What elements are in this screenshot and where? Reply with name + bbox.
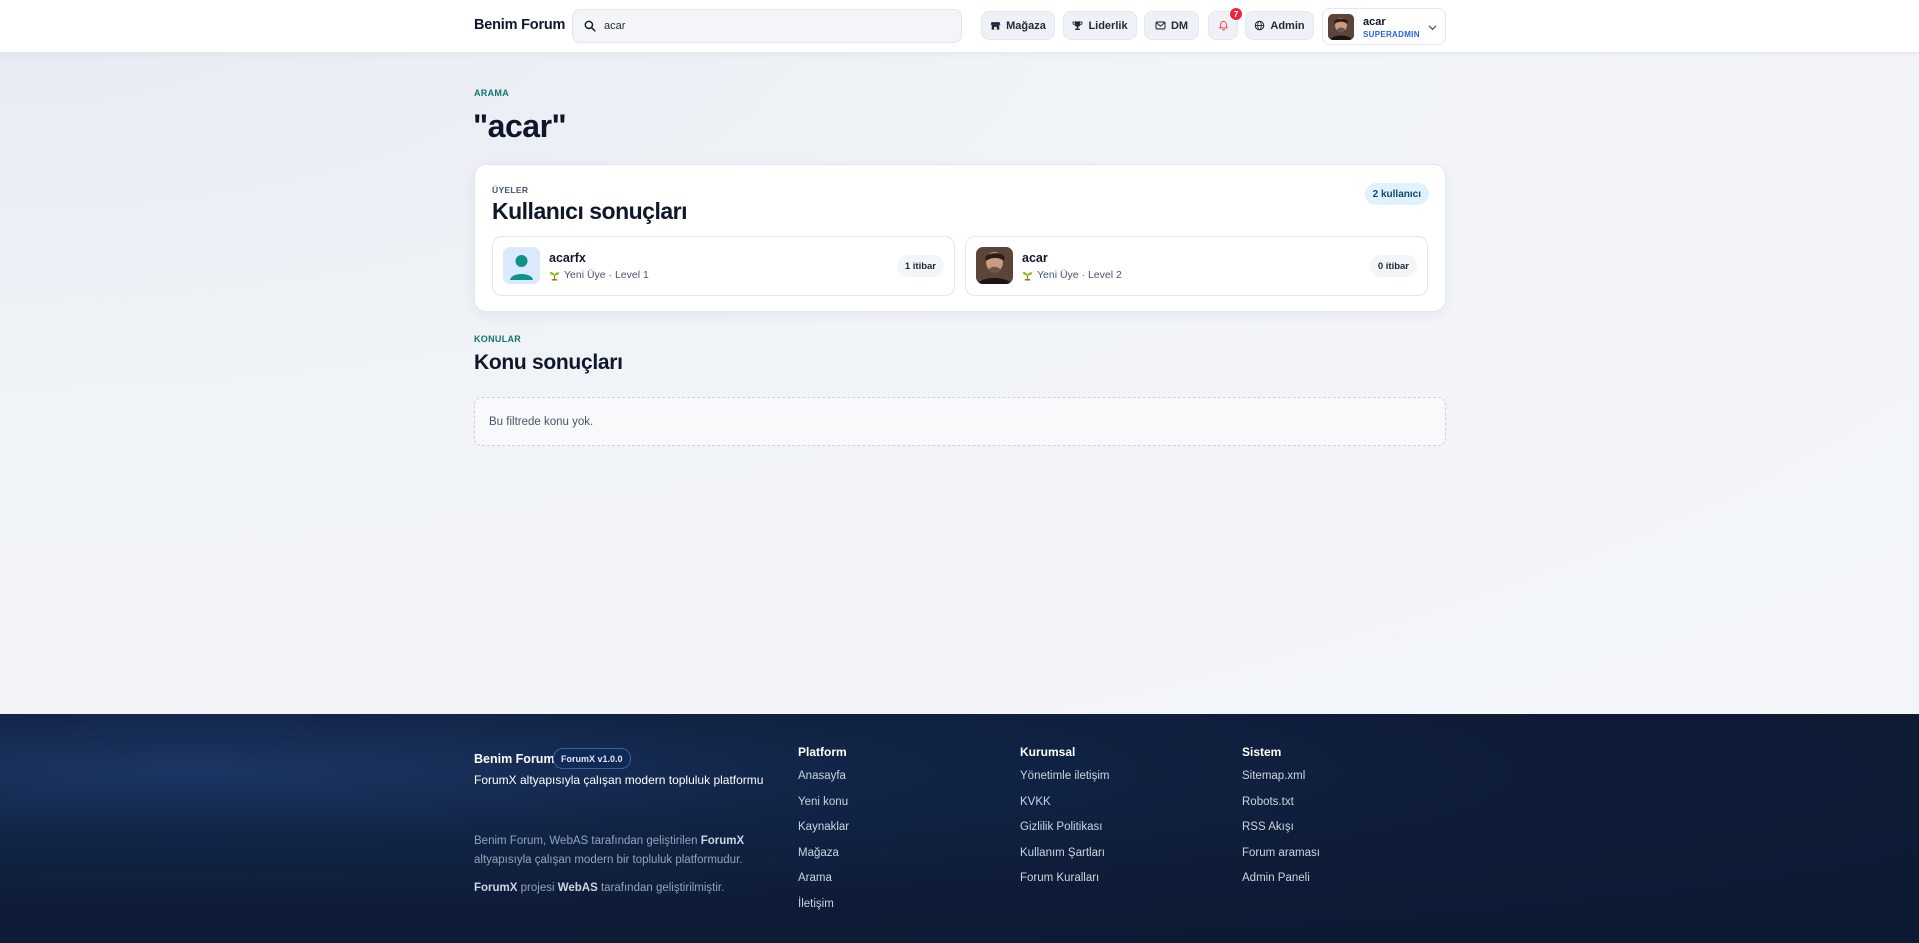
leaderboard-button[interactable]: Liderlik (1063, 11, 1137, 40)
search-box[interactable] (572, 9, 962, 43)
page-background (0, 0, 1919, 714)
seedling-icon (549, 271, 560, 281)
reputation-badge: 0 itibar (1369, 255, 1417, 277)
footer-link[interactable]: Admin Paneli (1242, 870, 1320, 896)
user-result-level-text: Yeni Üye · Level 1 (564, 269, 649, 281)
version-badge: ForumX v1.0.0 (553, 748, 631, 769)
footer-link[interactable]: Robots.txt (1242, 794, 1320, 820)
top-header: Benim Forum Mağaza Liderlik DM 7 Admin a… (0, 0, 1919, 53)
footer-link[interactable]: Gizlilik Politikası (1020, 819, 1109, 845)
footer-credit: ForumX projesi WebAS tarafından geliştir… (474, 882, 725, 894)
site-brand[interactable]: Benim Forum (474, 17, 565, 33)
site-footer: Benim Forum ForumX v1.0.0 ForumX altyapı… (0, 714, 1919, 943)
footer-link[interactable]: Forum araması (1242, 845, 1320, 871)
store-label: Mağaza (1006, 19, 1046, 32)
footer-link[interactable]: Yönetimle iletişim (1020, 768, 1109, 794)
footer-link[interactable]: Kullanım Şartları (1020, 845, 1109, 871)
footer-column-title: Platform (798, 745, 847, 759)
footer-link[interactable]: İletişim (798, 896, 849, 922)
dm-button[interactable]: DM (1144, 11, 1199, 40)
search-icon (584, 20, 596, 32)
user-role: SUPERADMIN (1363, 30, 1420, 39)
footer-column-kurumsal: Kurumsal Yönetimle iletişim KVKK Gizlili… (1020, 745, 1109, 896)
page-title: "acar" (473, 108, 567, 144)
footer-link[interactable]: Sitemap.xml (1242, 768, 1320, 794)
footer-tagline: ForumX altyapısıyla çalışan modern toplu… (474, 773, 764, 787)
user-result-level-text: Yeni Üye · Level 2 (1037, 269, 1122, 281)
user-result-name: acarfx (549, 251, 586, 265)
admin-button[interactable]: Admin (1245, 11, 1314, 40)
avatar (1328, 14, 1354, 40)
user-menu[interactable]: acar SUPERADMIN (1322, 8, 1446, 45)
footer-link[interactable]: Anasayfa (798, 768, 849, 794)
topics-title: Konu sonuçları (474, 351, 623, 374)
notifications-button[interactable]: 7 (1208, 7, 1243, 40)
reputation-badge: 1 itibar (896, 255, 944, 277)
avatar (976, 247, 1013, 284)
user-result-card[interactable]: acar Yeni Üye · Level 2 0 itibar (965, 236, 1428, 296)
footer-column-title: Kurumsal (1020, 745, 1076, 759)
footer-column-platform: Platform Anasayfa Yeni konu Kaynaklar Ma… (798, 745, 849, 922)
user-result-level: Yeni Üye · Level 1 (549, 269, 649, 281)
mail-icon (1155, 21, 1166, 30)
footer-column-title: Sistem (1242, 745, 1282, 759)
seedling-icon (1022, 271, 1033, 281)
footer-link[interactable]: RSS Akışı (1242, 819, 1320, 845)
footer-link[interactable]: Mağaza (798, 845, 849, 871)
footer-link[interactable]: KVKK (1020, 794, 1109, 820)
trophy-icon (1073, 21, 1083, 30)
members-eyebrow: ÜYELER (492, 185, 529, 195)
user-name: acar (1363, 16, 1386, 28)
members-title: Kullanıcı sonuçları (492, 198, 688, 224)
search-input[interactable] (604, 20, 944, 32)
admin-label: Admin (1270, 19, 1305, 32)
footer-link[interactable]: Forum Kuralları (1020, 870, 1109, 896)
default-avatar-icon (503, 247, 540, 284)
user-result-level: Yeni Üye · Level 2 (1022, 269, 1122, 281)
globe-icon (1255, 20, 1265, 31)
footer-column-sistem: Sistem Sitemap.xml Robots.txt RSS Akışı … (1242, 745, 1320, 896)
store-button[interactable]: Mağaza (981, 11, 1055, 40)
notification-count-badge: 7 (1229, 7, 1243, 21)
user-result-card[interactable]: acarfx Yeni Üye · Level 1 1 itibar (492, 236, 955, 296)
topics-empty-state: Bu filtrede konu yok. (474, 397, 1446, 446)
leaderboard-label: Liderlik (1088, 19, 1128, 32)
chevron-down-icon (1428, 25, 1437, 31)
search-eyebrow: ARAMA (474, 88, 509, 98)
footer-link[interactable]: Yeni konu (798, 794, 849, 820)
members-results-card: ÜYELER Kullanıcı sonuçları 2 kullanıcı a… (474, 164, 1446, 312)
topics-eyebrow: KONULAR (474, 334, 522, 344)
footer-brand: Benim Forum (474, 752, 555, 766)
members-count-badge: 2 kullanıcı (1364, 183, 1429, 205)
footer-link[interactable]: Kaynaklar (798, 819, 849, 845)
user-result-name: acar (1022, 251, 1048, 265)
store-icon (990, 22, 1001, 30)
footer-link[interactable]: Arama (798, 870, 849, 896)
dm-label: DM (1170, 19, 1189, 32)
footer-description: Benim Forum, WebAS tarafından geliştiril… (474, 835, 745, 866)
bell-icon (1218, 20, 1228, 31)
